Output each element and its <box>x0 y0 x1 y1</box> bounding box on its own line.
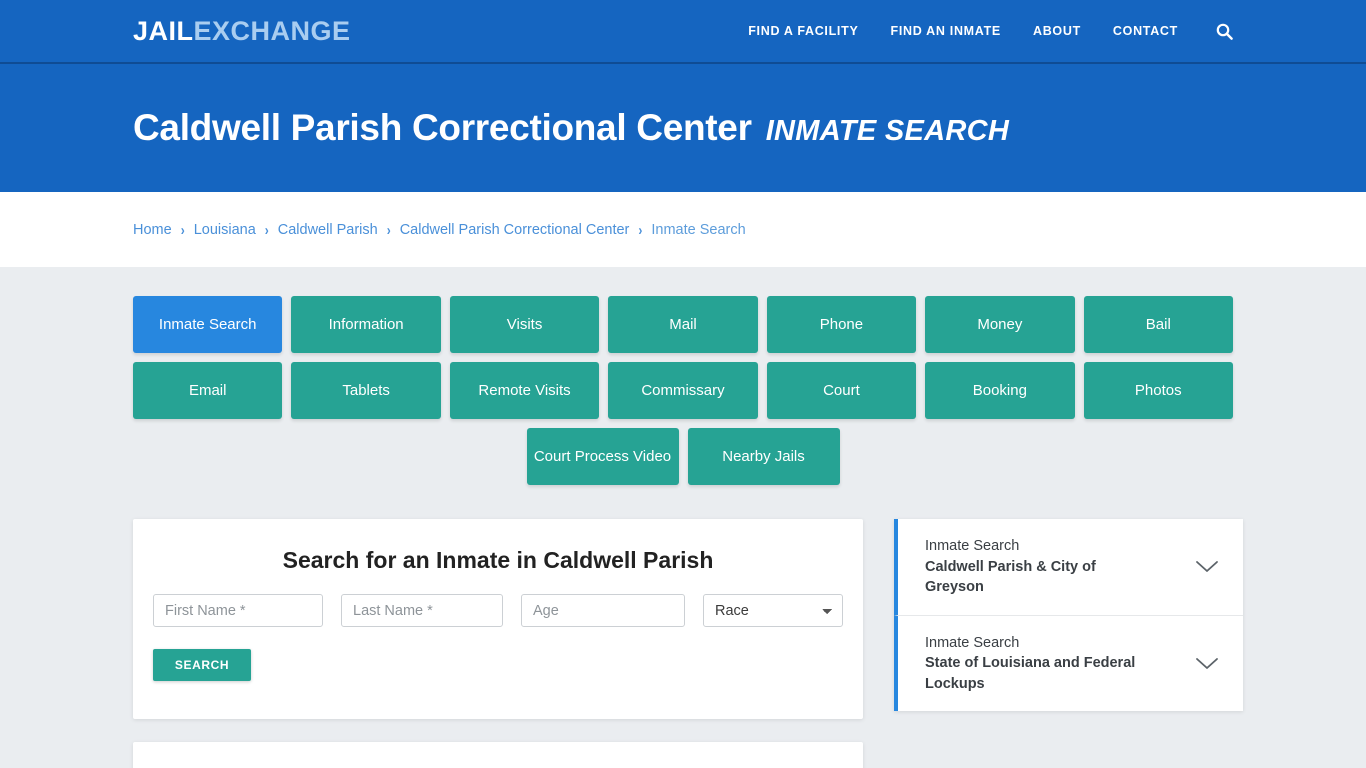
tab-phone[interactable]: Phone <box>766 296 917 353</box>
main-area: Search for an Inmate in Caldwell Parish … <box>133 519 1243 768</box>
last-name-input[interactable] <box>341 594 503 627</box>
tab-commissary[interactable]: Commissary <box>608 362 758 419</box>
site-logo[interactable]: JAILEXCHANGE <box>133 15 351 46</box>
breadcrumb-separator-icon: › <box>638 220 643 239</box>
facility-tab-grid: Inmate Search Information Visits Mail Ph… <box>133 296 1233 419</box>
tab-visits[interactable]: Visits <box>449 296 600 353</box>
logo-text-primary: JAIL <box>133 15 194 46</box>
tab-court-process-video[interactable]: Court Process Video <box>526 428 679 485</box>
page-title: Caldwell Parish Correctional Center <box>133 107 752 148</box>
accordion-item-title: Inmate Search <box>925 634 1020 651</box>
tab-mail[interactable]: Mail <box>608 296 758 353</box>
tab-bail[interactable]: Bail <box>1083 296 1233 353</box>
hero-banner: Caldwell Parish Correctional Center INMA… <box>0 64 1366 192</box>
accordion-item-caldwell-parish-greyson[interactable]: Inmate Search Caldwell Parish & City of … <box>894 519 1243 616</box>
tab-remote-visits[interactable]: Remote Visits <box>449 362 600 419</box>
tab-nearby-jails[interactable]: Nearby Jails <box>687 428 840 485</box>
accordion-item-title: Inmate Search <box>925 538 1020 554</box>
nav-item-find-a-facility[interactable]: FIND A FACILITY <box>748 24 858 38</box>
inmate-search-accordion: Inmate Search Caldwell Parish & City of … <box>894 519 1243 712</box>
search-icon[interactable] <box>1216 23 1233 40</box>
tab-money[interactable]: Money <box>925 296 1075 353</box>
breadcrumb: Home › Louisiana › Caldwell Parish › Cal… <box>133 220 1233 239</box>
secondary-results-card <box>133 742 863 768</box>
main-navigation: FIND A FACILITY FIND AN INMATE ABOUT CON… <box>748 23 1233 40</box>
search-card-title: Search for an Inmate in Caldwell Parish <box>282 547 714 573</box>
tab-information[interactable]: Information <box>291 296 441 353</box>
tab-photos[interactable]: Photos <box>1083 362 1233 419</box>
breadcrumb-item-caldwell-parish[interactable]: Caldwell Parish <box>278 222 378 238</box>
chevron-down-icon-glyph <box>1196 657 1218 669</box>
accordion-item-text: Inmate Search State of Louisiana and Fed… <box>925 633 1155 695</box>
right-sidebar: Inmate Search Caldwell Parish & City of … <box>894 519 1243 712</box>
chevron-down-icon-glyph <box>1196 560 1218 572</box>
breadcrumb-separator-icon: › <box>180 220 185 239</box>
chevron-down-icon[interactable] <box>1195 657 1219 671</box>
page-subtitle: INMATE SEARCH <box>765 115 1010 147</box>
search-fields-row: Race <box>153 594 843 627</box>
breadcrumb-item-louisiana[interactable]: Louisiana <box>194 222 256 238</box>
accordion-item-subtitle: State of Louisiana and Federal Lockups <box>925 655 1136 692</box>
tab-court[interactable]: Court <box>766 362 917 419</box>
inmate-search-card: Search for an Inmate in Caldwell Parish … <box>133 519 863 719</box>
breadcrumb-separator-icon: › <box>264 220 269 239</box>
site-header: JAILEXCHANGE FIND A FACILITY FIND AN INM… <box>0 0 1366 64</box>
nav-item-contact[interactable]: CONTACT <box>1113 24 1178 38</box>
breadcrumb-separator-icon: › <box>386 220 391 239</box>
accordion-item-subtitle: Caldwell Parish & City of Greyson <box>925 558 1096 596</box>
breadcrumb-band: Home › Louisiana › Caldwell Parish › Cal… <box>0 192 1366 267</box>
breadcrumb-item-facility[interactable]: Caldwell Parish Correctional Center <box>400 222 630 238</box>
main-content: Inmate Search Information Visits Mail Ph… <box>133 267 1243 768</box>
tab-inmate-search[interactable]: Inmate Search <box>133 296 283 353</box>
left-column: Search for an Inmate in Caldwell Parish … <box>133 519 863 768</box>
first-name-input[interactable] <box>153 594 323 627</box>
search-icon-glyph <box>1216 23 1233 40</box>
tab-email[interactable]: Email <box>133 362 283 419</box>
breadcrumb-item-current: Inmate Search <box>651 221 746 238</box>
race-select[interactable]: Race <box>703 594 843 627</box>
breadcrumb-item-home[interactable]: Home <box>133 222 172 238</box>
tab-booking[interactable]: Booking <box>925 362 1075 419</box>
logo-text-secondary: EXCHANGE <box>193 15 351 46</box>
tab-tablets[interactable]: Tablets <box>291 362 441 419</box>
accordion-item-louisiana-federal[interactable]: Inmate Search State of Louisiana and Fed… <box>894 615 1243 712</box>
age-input[interactable] <box>521 594 685 627</box>
chevron-down-icon[interactable] <box>1195 560 1219 574</box>
nav-item-about[interactable]: ABOUT <box>1033 24 1081 38</box>
nav-item-find-an-inmate[interactable]: FIND AN INMATE <box>890 24 1000 38</box>
accordion-item-text: Inmate Search Caldwell Parish & City of … <box>925 536 1155 598</box>
facility-tab-row-3: Court Process Video Nearby Jails <box>133 428 1233 485</box>
search-submit-button[interactable]: SEARCH <box>153 649 251 681</box>
